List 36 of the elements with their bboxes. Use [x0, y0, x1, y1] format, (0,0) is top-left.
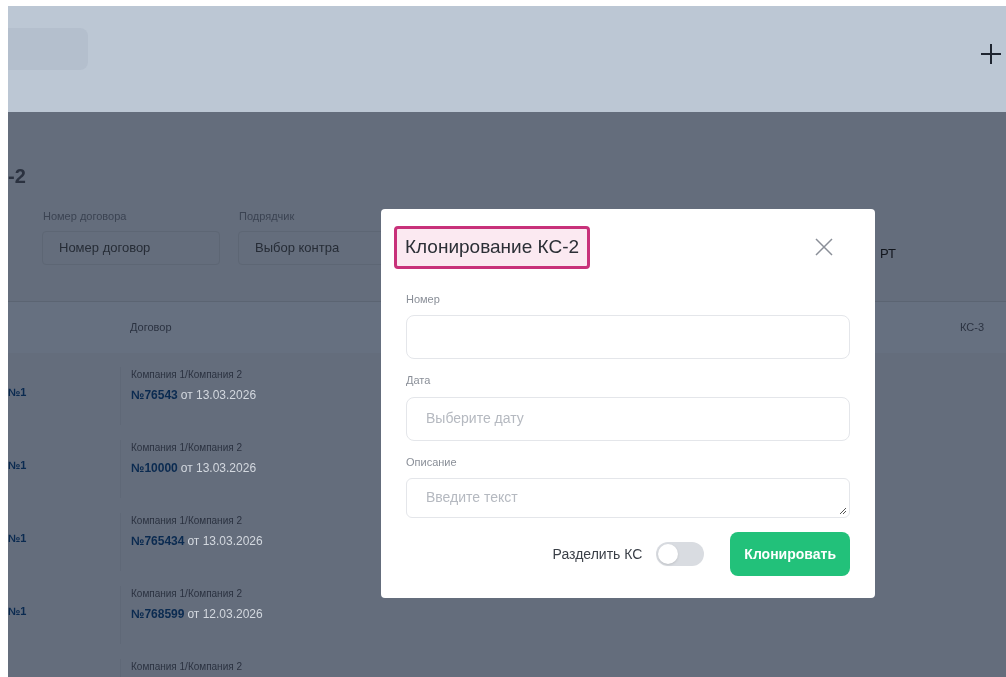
contract-link[interactable]: №765434: [131, 531, 185, 550]
field-label: Номер: [406, 291, 441, 307]
filter-field[interactable]: Номер договор: [42, 230, 220, 265]
company-text: Компания 1/Компания 2: [131, 440, 243, 455]
contract-date: от 13.03.2026: [180, 386, 257, 404]
clone-button[interactable]: Клонировать: [730, 532, 850, 576]
contract-date: от 13.03.2026: [180, 459, 257, 477]
company-text: Компания 1/Компания 2: [131, 659, 242, 674]
field-label: Дата: [406, 373, 432, 388]
filter-text: РТ: [880, 245, 897, 263]
company-text: Компания 1/Компания 2: [131, 367, 243, 382]
description-field[interactable]: Введите текст: [406, 478, 850, 518]
row-link[interactable]: №1: [8, 385, 27, 398]
company-text: Компания 1/Компания 2: [131, 586, 243, 601]
column-header: КС-3: [960, 319, 984, 335]
contract-link[interactable]: №76543: [131, 385, 178, 404]
contract-date: от 13.03.2026: [187, 532, 263, 550]
row-link[interactable]: №1: [8, 604, 27, 617]
search-field[interactable]: [8, 28, 88, 70]
toggle-switch[interactable]: [656, 542, 705, 566]
contract-link[interactable]: №10000: [131, 458, 178, 477]
plus-icon[interactable]: [980, 43, 1002, 65]
column-header: Договор: [130, 319, 172, 335]
contract-link[interactable]: №768599: [131, 604, 185, 623]
contract-date: от 12.03.2026: [187, 605, 263, 623]
page-title: -2: [8, 166, 27, 186]
field-label: Описание: [406, 454, 458, 470]
close-icon[interactable]: [815, 238, 833, 257]
company-text: Компания 1/Компания 2: [131, 513, 243, 528]
resize-handle-icon[interactable]: [839, 507, 847, 515]
row-link[interactable]: №1: [8, 531, 27, 544]
modal-title: Клонирование КС-2: [394, 226, 591, 269]
row-link[interactable]: №1: [8, 458, 27, 471]
input-field[interactable]: [406, 315, 850, 359]
toggle-label: Разделить КС: [552, 544, 643, 564]
input-field[interactable]: Выберите дату: [406, 396, 850, 441]
